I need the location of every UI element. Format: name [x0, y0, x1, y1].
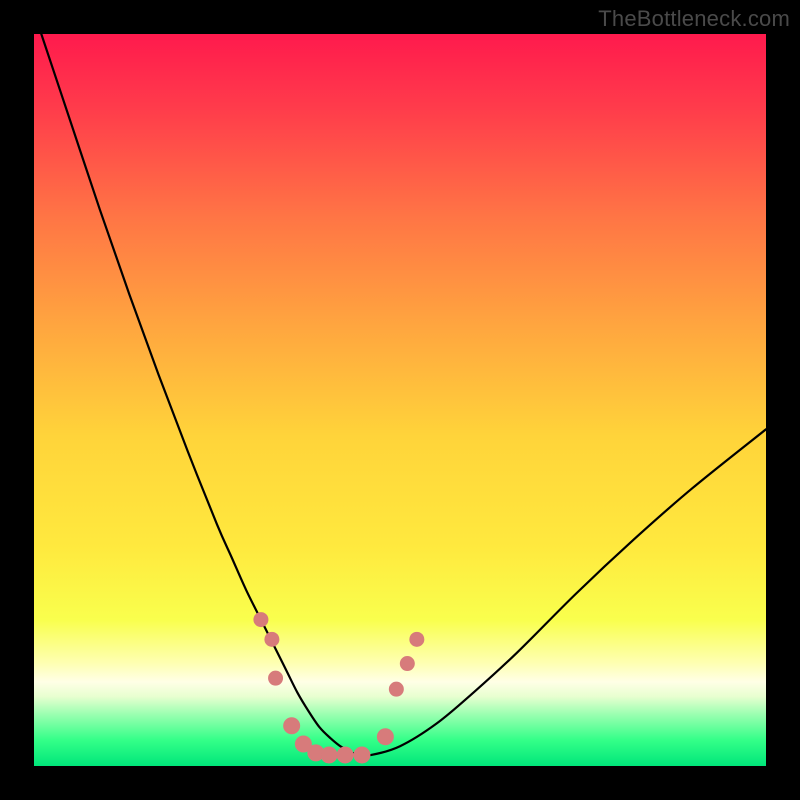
- marker-dot: [377, 729, 393, 745]
- marker-dot: [284, 718, 300, 734]
- marker-dot: [410, 632, 424, 646]
- marker-dot: [337, 747, 353, 763]
- outer-black-frame: TheBottleneck.com: [0, 0, 800, 800]
- plot-area: [34, 34, 766, 766]
- marker-dot: [354, 747, 370, 763]
- marker-dot: [269, 671, 283, 685]
- marker-dot: [321, 747, 337, 763]
- highlight-markers: [34, 34, 766, 766]
- marker-dot: [265, 632, 279, 646]
- marker-dot: [400, 657, 414, 671]
- marker-dot: [389, 682, 403, 696]
- marker-dot: [254, 613, 268, 627]
- watermark-text: TheBottleneck.com: [598, 6, 790, 32]
